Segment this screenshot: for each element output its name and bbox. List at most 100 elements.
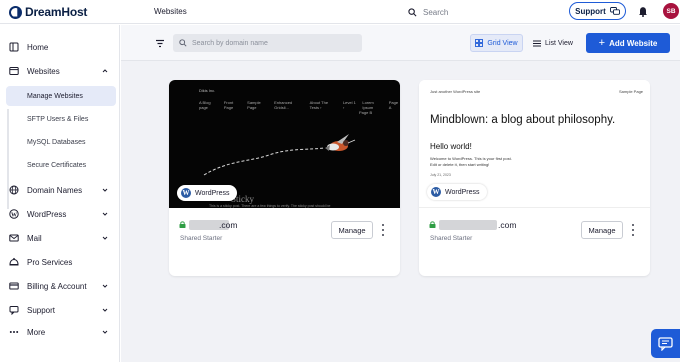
page-title: Websites: [154, 7, 187, 16]
preview-menu-item: Level 1 ›: [342, 100, 356, 110]
preview-menu-item: Sample Page: [619, 89, 644, 94]
preview-menu-item: Lorem Ipsum: [362, 100, 374, 110]
dreamhost-logo-icon: [9, 5, 22, 19]
sidebar-item-pro-services[interactable]: Pro Services: [0, 252, 120, 272]
sidebar-item-billing-account[interactable]: Billing & Account: [0, 276, 120, 296]
hosting-plan: Shared Starter: [430, 235, 473, 242]
wordpress-badge-label: WordPress: [195, 189, 230, 197]
preview-post-text: This is a sticky post. There are a few t…: [209, 204, 331, 208]
domain-search-input[interactable]: Search by domain name: [173, 34, 362, 52]
website-card[interactable]: Dikis Inc. A Blog page Front Page Sample…: [169, 80, 400, 276]
credit-card-icon: [9, 281, 19, 291]
sidebar: Home Websites Manage Websites SFTP Users…: [0, 25, 120, 362]
global-search[interactable]: Search: [408, 6, 548, 18]
more-options-icon[interactable]: [381, 224, 385, 236]
preview-post-text: Edit or delete it, then start writing!: [430, 162, 490, 167]
browser-icon: [9, 66, 19, 76]
domain-tld[interactable]: .com: [498, 220, 516, 230]
top-header: DreamHost Websites Search Support SB: [0, 0, 680, 24]
wordpress-badge-label: WordPress: [445, 188, 480, 196]
sidebar-subitem-secure-certificates[interactable]: Secure Certificates: [6, 155, 116, 175]
preview-menu-item: Enhanced Gridsli...: [274, 100, 293, 110]
hummingbird-illustration: [203, 134, 356, 176]
sidebar-subitem-sftp-users[interactable]: SFTP Users & Files: [6, 109, 116, 129]
wordpress-icon: W: [9, 209, 19, 219]
preview-site-name: Dikis Inc.: [199, 88, 216, 93]
site-preview-thumbnail[interactable]: Just another WordPress site Sample Page …: [419, 80, 650, 208]
sidebar-subitem-label: MySQL Databases: [27, 138, 86, 146]
preview-post-date: July 21, 2023: [430, 173, 451, 177]
sidebar-item-label: Pro Services: [27, 257, 73, 267]
sidebar-item-home[interactable]: Home: [0, 37, 120, 57]
chevron-down-icon: [102, 212, 108, 216]
preview-menu-item: Page A: [388, 100, 399, 110]
domain-tld[interactable]: .com: [219, 220, 237, 230]
preview-menu-item: A Blog page: [199, 100, 211, 110]
preview-tagline: Just another WordPress site: [430, 89, 481, 94]
globe-icon: [9, 185, 19, 195]
list-icon: [533, 40, 542, 46]
preview-menu-item: Page B: [359, 110, 373, 115]
chevron-down-icon: [102, 236, 108, 240]
support-button[interactable]: Support: [569, 2, 626, 20]
sidebar-item-label: WordPress: [27, 209, 67, 219]
website-card[interactable]: Just another WordPress site Sample Page …: [419, 80, 650, 276]
sidebar-subitem-mysql-databases[interactable]: MySQL Databases: [6, 132, 116, 152]
sidebar-item-support[interactable]: Support: [0, 300, 120, 320]
more-options-icon[interactable]: [631, 224, 635, 236]
sidebar-item-label: Domain Names: [27, 185, 83, 195]
lock-icon: [179, 221, 186, 228]
chat-icon: [658, 336, 673, 351]
main-content: Search by domain name Grid View List Vie…: [121, 25, 680, 362]
sidebar-item-more[interactable]: More: [0, 322, 120, 342]
wordpress-badge: W WordPress: [427, 184, 487, 200]
plus-icon: +: [598, 37, 606, 49]
dreamhost-logo[interactable]: DreamHost: [9, 5, 87, 19]
sidebar-item-mail[interactable]: Mail: [0, 228, 120, 248]
chat-widget-button[interactable]: [651, 329, 680, 358]
preview-menu-item: About The Tests ›: [309, 100, 329, 110]
sidebar-item-domain-names[interactable]: Domain Names: [0, 180, 120, 200]
websites-toolbar: Search by domain name Grid View List Vie…: [121, 25, 680, 61]
grid-view-label: Grid View: [487, 39, 518, 47]
sidebar-item-label: Mail: [27, 233, 42, 243]
avatar[interactable]: SB: [663, 3, 679, 19]
redacted-domain: [439, 220, 497, 230]
sidebar-subitem-manage-websites[interactable]: Manage Websites: [6, 86, 116, 106]
sidebar-subitem-label: SFTP Users & Files: [27, 115, 89, 123]
mail-icon: [9, 233, 19, 243]
manage-button[interactable]: Manage: [581, 221, 623, 239]
search-icon: [408, 7, 417, 16]
bell-icon[interactable]: [638, 6, 648, 17]
preview-menu-item: Sample Page: [247, 100, 261, 110]
domain-search-placeholder: Search by domain name: [192, 39, 268, 47]
sidebar-item-wordpress[interactable]: W WordPress: [0, 204, 120, 224]
global-search-placeholder: Search: [423, 7, 449, 17]
chevron-down-icon: [102, 284, 108, 288]
more-icon: [9, 327, 19, 337]
manage-button[interactable]: Manage: [331, 221, 373, 239]
home-icon: [9, 42, 19, 52]
grid-view-button[interactable]: Grid View: [470, 34, 523, 52]
sidebar-item-websites[interactable]: Websites: [0, 61, 120, 81]
preview-post-title: Hello world!: [430, 142, 472, 151]
support-button-label: Support: [575, 6, 606, 16]
sidebar-item-label: Support: [27, 305, 56, 315]
lock-icon: [429, 221, 436, 228]
grid-icon: [475, 39, 484, 47]
filter-icon: [156, 39, 164, 47]
sidebar-subitem-label: Manage Websites: [27, 92, 83, 100]
list-view-button[interactable]: List View: [529, 34, 577, 52]
sidebar-item-label: Home: [27, 42, 49, 52]
support-icon: [9, 305, 19, 315]
site-preview-thumbnail[interactable]: Dikis Inc. A Blog page Front Page Sample…: [169, 80, 400, 208]
add-website-label: Add Website: [609, 38, 658, 48]
chevron-up-icon: [102, 69, 108, 73]
sidebar-item-label: Billing & Account: [27, 281, 87, 291]
filter-button[interactable]: [151, 34, 169, 52]
preview-site-title: Mindblown: a blog about philosophy.: [430, 114, 616, 126]
sidebar-subitem-label: Secure Certificates: [27, 161, 87, 169]
add-website-button[interactable]: + Add Website: [586, 33, 670, 53]
sidebar-item-label: More: [27, 327, 46, 337]
wordpress-badge: W WordPress: [177, 185, 237, 201]
